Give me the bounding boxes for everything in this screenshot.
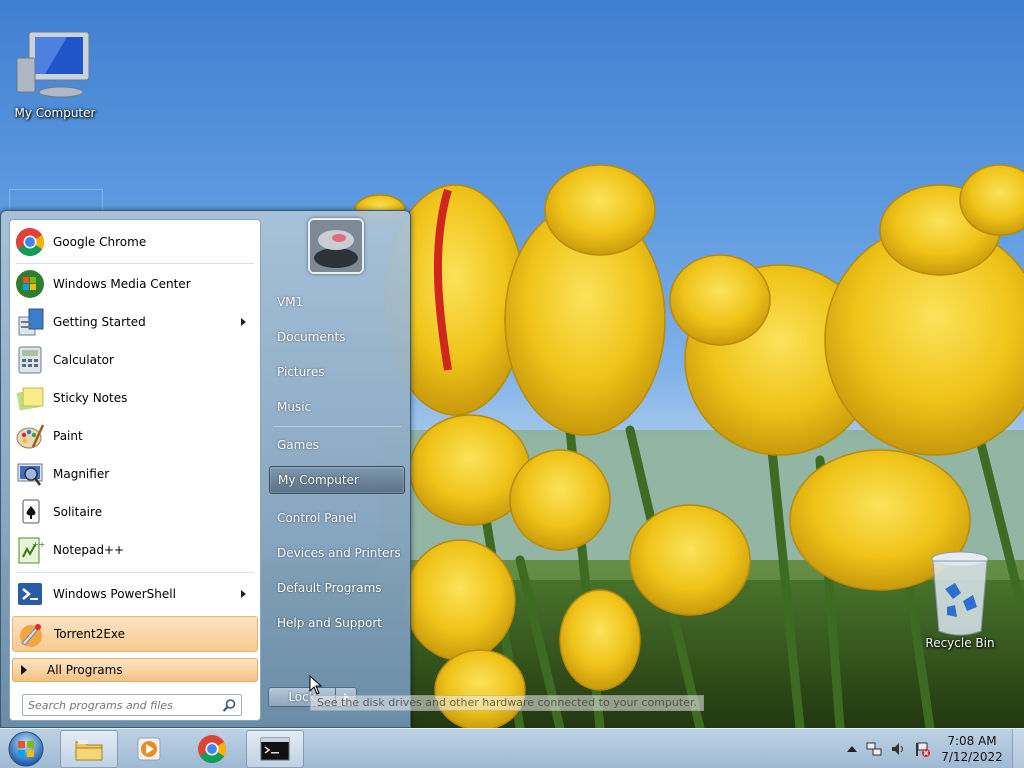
place-vm1[interactable]: VM1 bbox=[269, 288, 405, 316]
divider bbox=[16, 572, 254, 573]
triangle-right-icon bbox=[21, 665, 27, 675]
card-icon bbox=[22, 499, 40, 524]
place-pictures[interactable]: Pictures bbox=[269, 358, 405, 386]
place-label: VM1 bbox=[277, 295, 304, 309]
program-label: Windows Media Center bbox=[53, 277, 191, 291]
media-player-icon bbox=[137, 737, 161, 761]
torrent2exe-icon bbox=[20, 624, 42, 647]
svg-text:++: ++ bbox=[32, 540, 45, 549]
user-picture-icon bbox=[310, 220, 362, 272]
search-icon[interactable] bbox=[222, 698, 237, 713]
divider bbox=[273, 426, 401, 427]
start-menu: Google Chrome Windows Media Center Getti… bbox=[0, 210, 704, 728]
all-programs-label: All Programs bbox=[47, 663, 123, 677]
taskbar-explorer[interactable] bbox=[60, 730, 118, 768]
search-box[interactable] bbox=[22, 694, 242, 716]
place-label: Music bbox=[277, 400, 312, 414]
network-icon[interactable] bbox=[866, 741, 882, 757]
taskbar-chrome[interactable] bbox=[183, 730, 241, 768]
place-help-and-support[interactable]: Help and Support bbox=[269, 609, 405, 637]
notepad-plus-icon: ++ bbox=[18, 537, 45, 564]
windows-logo-icon bbox=[16, 270, 44, 298]
submenu-arrow-icon bbox=[241, 318, 246, 326]
place-devices-and-printers[interactable]: Devices and Printers bbox=[269, 539, 405, 567]
mouse-cursor-icon bbox=[309, 675, 323, 695]
program-label: Torrent2Exe bbox=[54, 627, 126, 641]
taskbar-media-player[interactable] bbox=[120, 730, 178, 768]
chrome-icon bbox=[198, 735, 226, 763]
place-documents[interactable]: Documents bbox=[269, 323, 405, 351]
sticky-notes-icon bbox=[16, 387, 44, 411]
program-label: Paint bbox=[53, 429, 83, 443]
place-games[interactable]: Games bbox=[269, 431, 405, 459]
place-label: Control Panel bbox=[277, 511, 357, 525]
taskbar-cmd[interactable] bbox=[246, 730, 304, 768]
program-label: Solitaire bbox=[53, 505, 103, 519]
cmd-icon bbox=[260, 737, 290, 761]
selection-outline bbox=[9, 189, 103, 211]
program-notepad-plus-plus[interactable]: ++ Notepad++ bbox=[12, 532, 258, 568]
paint-palette-icon bbox=[16, 424, 45, 449]
programs-pane: Google Chrome Windows Media Center Getti… bbox=[9, 219, 261, 721]
program-label: Calculator bbox=[53, 353, 114, 367]
place-label: Games bbox=[277, 438, 319, 452]
place-label: Devices and Printers bbox=[277, 546, 401, 560]
program-label: Notepad++ bbox=[53, 543, 125, 557]
place-default-programs[interactable]: Default Programs bbox=[269, 574, 405, 602]
magnifier-icon bbox=[17, 463, 43, 486]
program-torrent2exe[interactable]: Torrent2Exe bbox=[12, 616, 258, 652]
program-sticky-notes[interactable]: Sticky Notes bbox=[12, 380, 258, 416]
computer-monitor-icon bbox=[16, 31, 90, 98]
powershell-icon bbox=[18, 583, 42, 605]
user-avatar[interactable] bbox=[308, 218, 364, 274]
program-label: Getting Started bbox=[53, 315, 146, 329]
program-getting-started[interactable]: Getting Started bbox=[12, 304, 258, 340]
place-control-panel[interactable]: Control Panel bbox=[269, 504, 405, 532]
system-clock[interactable]: 7:08 AM 7/12/2022 bbox=[936, 733, 1008, 765]
program-windows-powershell[interactable]: Windows PowerShell bbox=[12, 576, 258, 612]
program-magnifier[interactable]: Magnifier bbox=[12, 456, 258, 492]
recycle-bin-icon bbox=[931, 551, 989, 636]
tooltip: See the disk drives and other hardware c… bbox=[310, 695, 704, 711]
show-hidden-icons-chevron-up-icon[interactable] bbox=[844, 741, 860, 757]
program-calculator[interactable]: Calculator bbox=[12, 342, 258, 378]
program-label: Windows PowerShell bbox=[53, 587, 176, 601]
search-input[interactable] bbox=[23, 695, 219, 715]
place-my-computer[interactable]: My Computer bbox=[269, 466, 405, 494]
taskbar: 7:08 AM 7/12/2022 bbox=[0, 728, 1024, 768]
place-label: Pictures bbox=[277, 365, 325, 379]
place-label: My Computer bbox=[278, 473, 359, 487]
program-label: Sticky Notes bbox=[53, 391, 128, 405]
clock-date: 7/12/2022 bbox=[941, 750, 1003, 764]
place-label: Help and Support bbox=[277, 616, 382, 630]
program-google-chrome[interactable]: Google Chrome bbox=[12, 224, 258, 260]
start-button[interactable] bbox=[6, 730, 46, 768]
calculator-icon bbox=[18, 346, 42, 374]
program-solitaire[interactable]: Solitaire bbox=[12, 494, 258, 530]
place-label: Default Programs bbox=[277, 581, 382, 595]
desktop-icon-my-computer[interactable]: My Computer bbox=[10, 22, 100, 120]
volume-icon[interactable] bbox=[890, 741, 906, 757]
place-music[interactable]: Music bbox=[269, 393, 405, 421]
place-label: Documents bbox=[277, 330, 346, 344]
explorer-folder-icon bbox=[75, 740, 103, 761]
program-paint[interactable]: Paint bbox=[12, 418, 258, 454]
action-center-flag-icon[interactable] bbox=[914, 741, 930, 757]
getting-started-icon bbox=[18, 308, 44, 336]
program-windows-media-center[interactable]: Windows Media Center bbox=[12, 266, 258, 302]
show-desktop-button[interactable] bbox=[1012, 729, 1024, 768]
clock-time: 7:08 AM bbox=[947, 734, 997, 748]
desktop-icon-recycle-bin[interactable]: Recycle Bin bbox=[915, 551, 1005, 650]
all-programs-button[interactable]: All Programs bbox=[12, 658, 258, 682]
desktop-icon-label: Recycle Bin bbox=[925, 636, 995, 650]
desktop-icon-label: My Computer bbox=[14, 106, 96, 120]
program-label: Google Chrome bbox=[53, 235, 147, 249]
program-label: Magnifier bbox=[53, 467, 110, 481]
submenu-arrow-icon bbox=[241, 590, 246, 598]
chrome-icon bbox=[16, 228, 44, 256]
divider bbox=[16, 263, 254, 264]
